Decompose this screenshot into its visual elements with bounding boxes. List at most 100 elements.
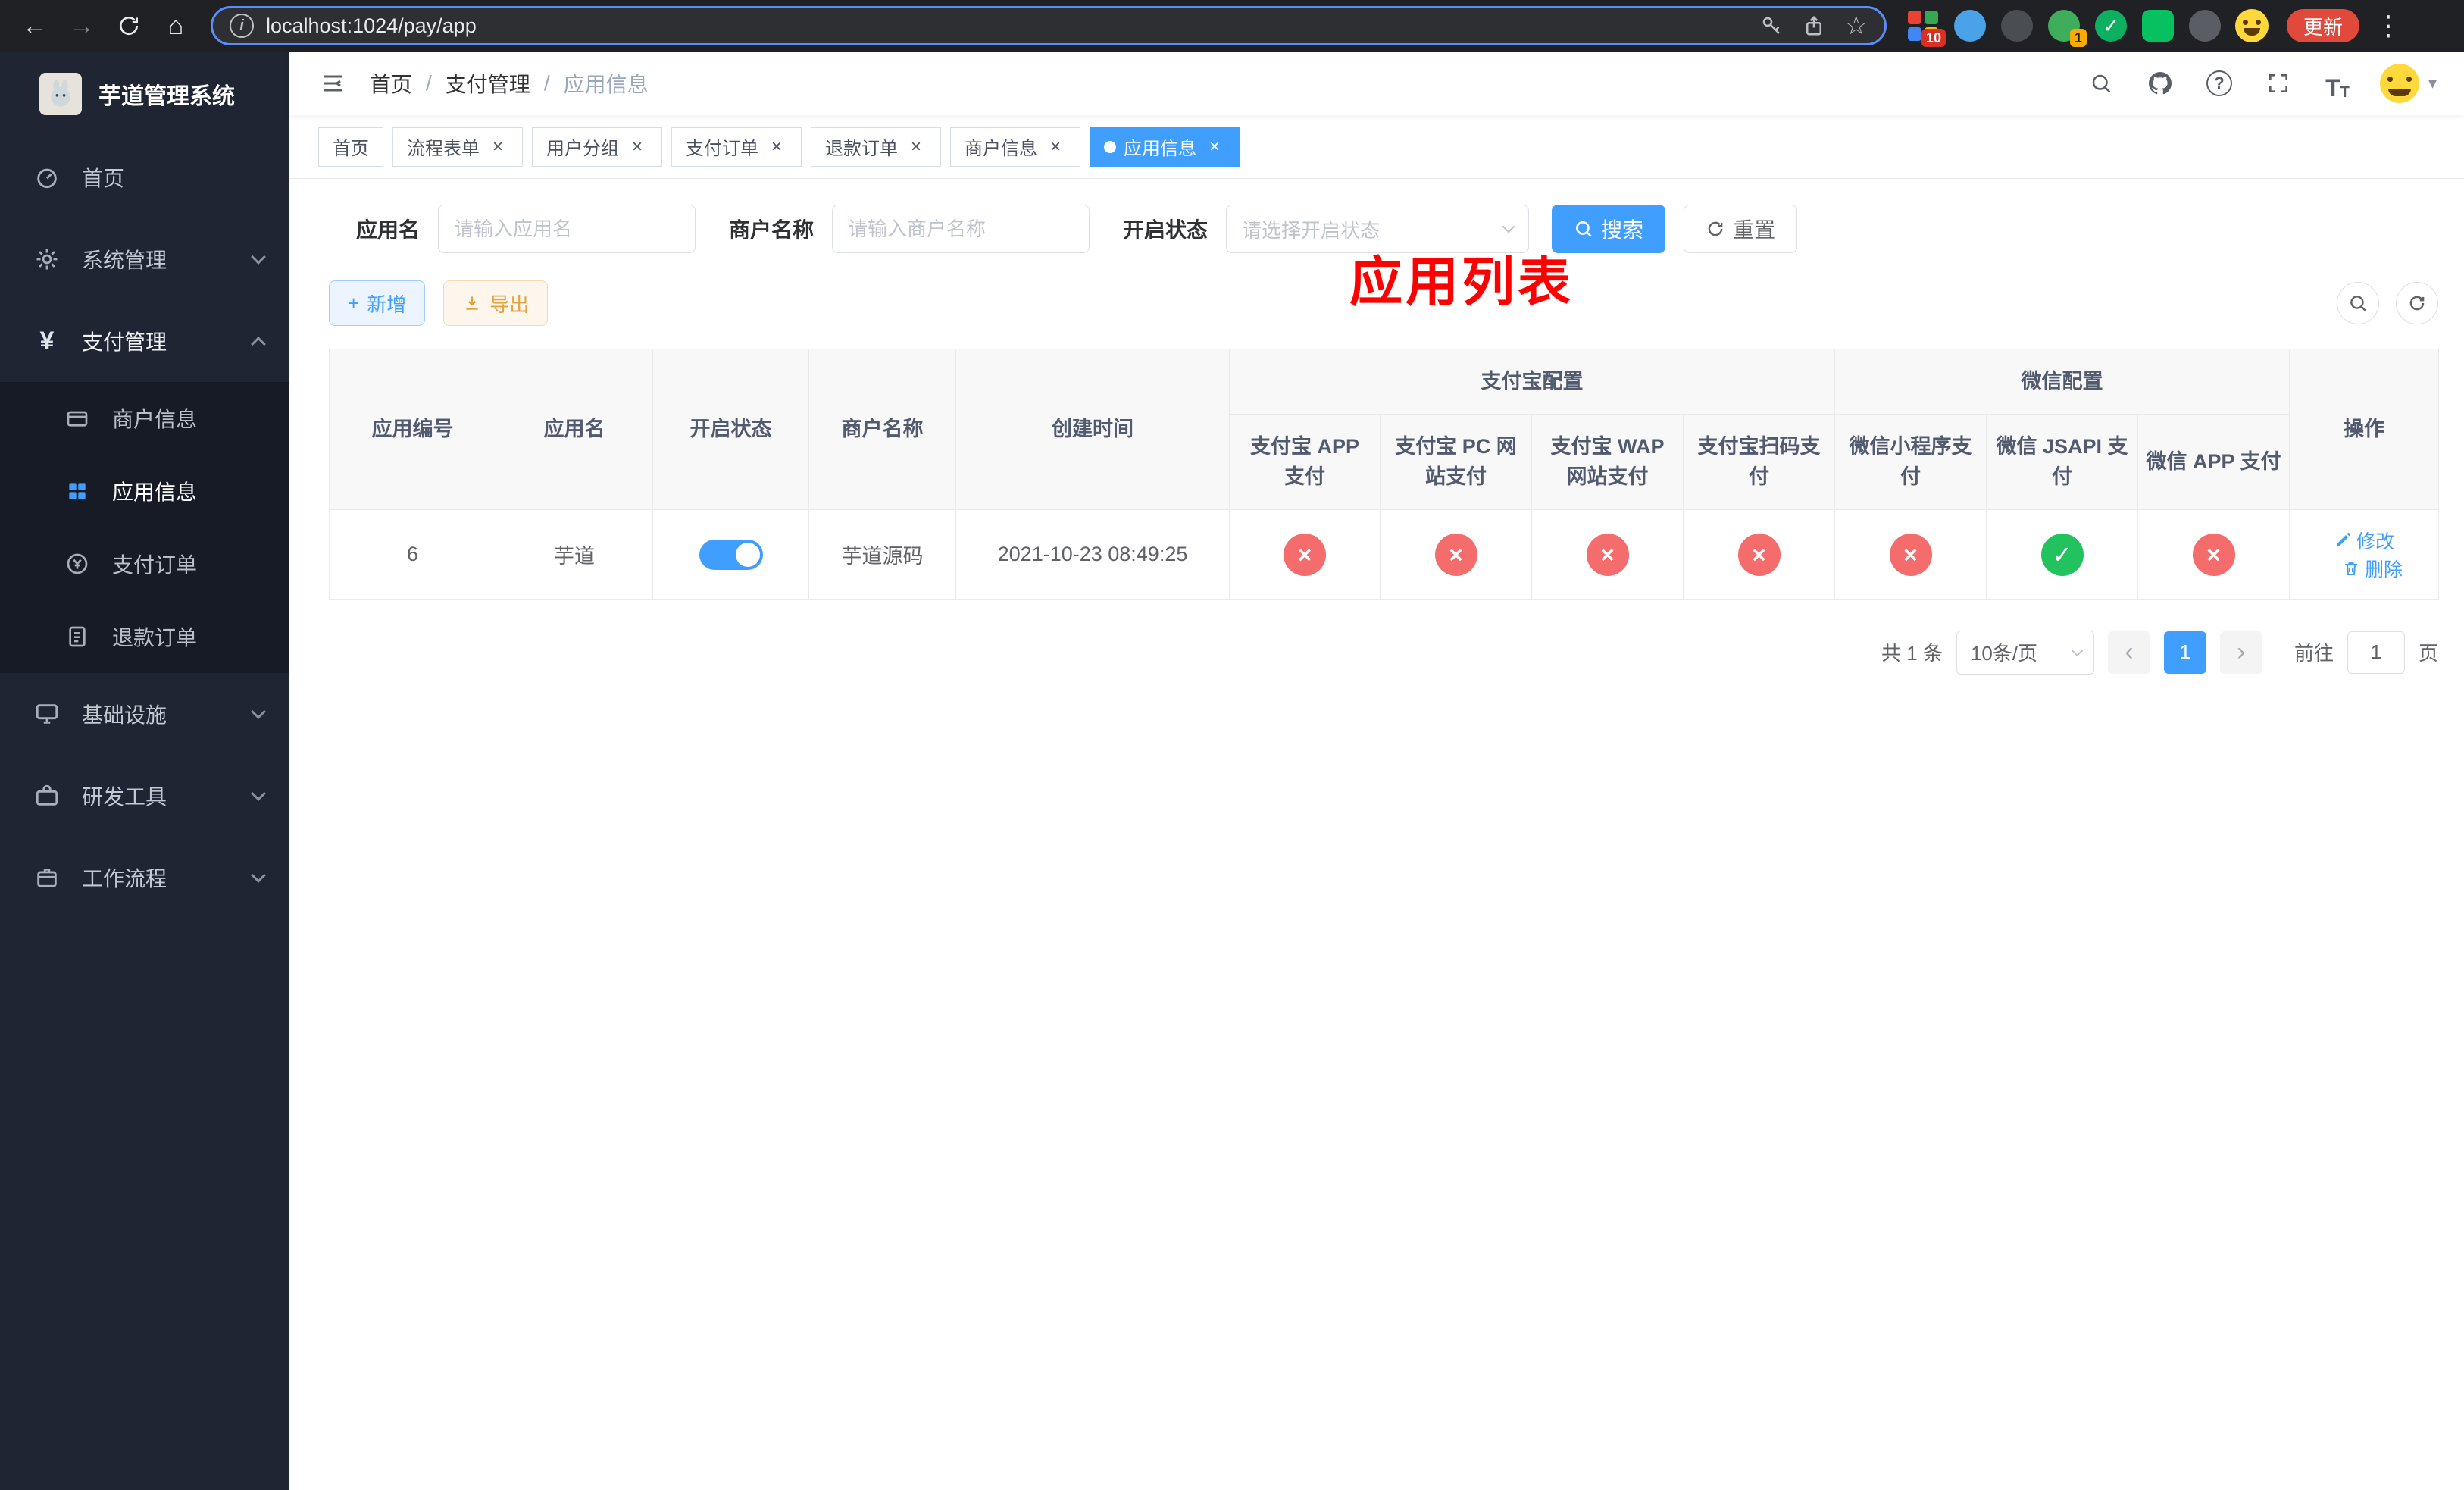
tag-merchant-info[interactable]: 商户信息 × xyxy=(950,127,1080,167)
refresh-table-button[interactable] xyxy=(2396,282,2438,324)
alipay-pc-status-icon: × xyxy=(1434,533,1477,576)
chevron-down-icon xyxy=(2071,644,2084,656)
extension-icon-2[interactable] xyxy=(1952,8,1988,44)
tag-home[interactable]: 首页 xyxy=(318,127,383,167)
goto-page-input[interactable] xyxy=(2347,631,2405,674)
document-icon xyxy=(62,624,92,649)
edit-link[interactable]: 修改 xyxy=(2334,527,2394,554)
site-info-icon[interactable]: i xyxy=(230,14,254,38)
sidebar-item-system[interactable]: 系统管理 xyxy=(0,218,289,300)
app-name-label: 应用名 xyxy=(356,218,421,242)
extension-icon-8[interactable] xyxy=(2234,8,2270,44)
col-header-name: 应用名 xyxy=(496,349,653,510)
sidebar-item-home[interactable]: 首页 xyxy=(0,136,289,218)
tag-process-form[interactable]: 流程表单 × xyxy=(392,127,523,167)
browser-toolbar: ← → ⌂ i localhost:1024/pay/app ☆ 10 1 ✓ xyxy=(0,0,2464,52)
cell-created: 2021-10-23 08:49:25 xyxy=(955,509,1230,600)
active-dot xyxy=(1104,140,1116,153)
reset-button[interactable]: 重置 xyxy=(1684,205,1798,253)
sidebar-item-payment[interactable]: ¥ 支付管理 xyxy=(0,300,289,382)
sidebar-item-workflow[interactable]: 工作流程 xyxy=(0,837,289,919)
app-name-input[interactable] xyxy=(438,205,696,253)
avatar-image xyxy=(2379,64,2419,103)
page-number-1[interactable]: 1 xyxy=(2163,631,2206,674)
col-header-wechat-jsapi: 微信 JSAPI 支付 xyxy=(1986,413,2138,510)
chevron-down-icon xyxy=(251,249,266,265)
close-icon[interactable]: × xyxy=(487,136,508,158)
delete-link[interactable]: 删除 xyxy=(2342,555,2403,582)
extension-icon-4[interactable]: 1 xyxy=(2046,8,2087,47)
alipay-scan-status-icon: × xyxy=(1737,533,1781,576)
fullscreen-icon[interactable] xyxy=(2262,67,2295,100)
merchant-name-input[interactable] xyxy=(832,205,1090,253)
user-avatar[interactable]: ▾ xyxy=(2379,64,2437,103)
chevron-up-icon xyxy=(251,337,266,352)
extension-badge: 10 xyxy=(1921,29,1946,47)
next-page-button[interactable]: › xyxy=(2219,631,2262,674)
tag-user-group[interactable]: 用户分组 × xyxy=(532,127,662,167)
tag-pay-order[interactable]: 支付订单 × xyxy=(671,127,802,167)
close-icon[interactable]: × xyxy=(1204,136,1225,158)
goto-unit: 页 xyxy=(2418,642,2438,665)
browser-update-button[interactable]: 更新 xyxy=(2287,9,2360,42)
sidebar-item-pay-order[interactable]: 支付订单 xyxy=(0,527,289,600)
prev-page-button[interactable]: ‹ xyxy=(2107,631,2150,674)
sidebar-item-refund-order[interactable]: 退款订单 xyxy=(0,600,289,673)
toggle-search-button[interactable] xyxy=(2337,282,2379,324)
wechat-app-status-icon: × xyxy=(2192,533,2235,576)
status-switch[interactable] xyxy=(699,539,763,570)
col-header-id: 应用编号 xyxy=(329,349,496,510)
tag-refund-order[interactable]: 退款订单 × xyxy=(811,127,941,167)
add-button[interactable]: + 新增 xyxy=(329,280,426,326)
tag-app-info[interactable]: 应用信息 × xyxy=(1090,127,1240,167)
sidebar-collapse-icon[interactable] xyxy=(317,67,350,100)
chevron-down-icon xyxy=(251,868,266,883)
col-header-alipay-pc: 支付宝 PC 网站支付 xyxy=(1380,413,1532,510)
avatar-caret-icon: ▾ xyxy=(2428,74,2437,92)
close-icon[interactable]: × xyxy=(766,136,787,158)
github-icon[interactable] xyxy=(2143,67,2177,100)
bookmark-star-icon[interactable]: ☆ xyxy=(1845,13,1868,39)
address-bar[interactable]: i localhost:1024/pay/app ☆ xyxy=(211,6,1887,45)
extension-icon-1[interactable]: 10 xyxy=(1905,8,1946,47)
app-table: 应用编号 应用名 开启状态 商户名称 创建时间 支付宝配置 微信配置 操作 支付… xyxy=(329,349,2439,600)
extension-icon-3[interactable] xyxy=(1999,8,2035,44)
col-header-alipay-app: 支付宝 APP 支付 xyxy=(1229,413,1381,510)
export-button[interactable]: 导出 xyxy=(443,280,549,326)
sidebar-item-devtools[interactable]: 研发工具 xyxy=(0,755,289,837)
extension-icon-6[interactable] xyxy=(2140,8,2176,44)
back-icon[interactable]: ← xyxy=(14,5,56,47)
cell-merchant: 芋道源码 xyxy=(808,509,956,600)
help-icon[interactable]: ? xyxy=(2203,67,2236,100)
home-icon[interactable]: ⌂ xyxy=(155,5,197,47)
search-icon xyxy=(1576,221,1592,237)
password-key-icon[interactable] xyxy=(1760,14,1783,37)
col-header-alipay-wap: 支付宝 WAP 网站支付 xyxy=(1531,413,1684,510)
close-icon[interactable]: × xyxy=(1045,136,1066,158)
close-icon[interactable]: × xyxy=(627,136,648,158)
extension-icon-7[interactable] xyxy=(2187,8,2223,44)
extension-icon-5[interactable]: ✓ xyxy=(2093,8,2129,44)
status-label: 开启状态 xyxy=(1123,218,1209,242)
gear-icon xyxy=(32,246,62,272)
forward-icon[interactable]: → xyxy=(61,5,103,47)
header-search-icon[interactable] xyxy=(2084,67,2118,100)
browser-menu-icon[interactable]: ⋮ xyxy=(2364,10,2412,42)
payment-submenu: 商户信息 应用信息 支付订单 退款订单 xyxy=(0,382,289,673)
sidebar-menu: 首页 系统管理 ¥ 支付管理 商户信息 应用信息 支付订单 退款订单 基础设施 … xyxy=(0,136,289,1490)
col-header-created: 创建时间 xyxy=(955,349,1230,510)
close-icon[interactable]: × xyxy=(905,136,927,158)
page-size-select[interactable]: 10条/页 xyxy=(1956,630,2094,675)
reload-icon[interactable] xyxy=(108,5,150,47)
sidebar-item-app-info[interactable]: 应用信息 xyxy=(0,455,289,527)
share-icon[interactable] xyxy=(1803,14,1825,37)
search-icon xyxy=(2350,296,2366,311)
workflow-icon xyxy=(32,865,62,891)
sidebar-item-infra[interactable]: 基础设施 xyxy=(0,673,289,755)
extension-icons: 10 1 ✓ xyxy=(1905,8,2270,47)
page-content: 应用名 商户名称 开启状态 请选择开启状态 搜索 重置 xyxy=(289,179,2464,1490)
col-header-actions: 操作 xyxy=(2289,349,2439,510)
sidebar-item-merchant-info[interactable]: 商户信息 xyxy=(0,382,289,455)
breadcrumb-home[interactable]: 首页 xyxy=(370,68,412,99)
font-size-icon[interactable]: TT xyxy=(2321,67,2354,100)
